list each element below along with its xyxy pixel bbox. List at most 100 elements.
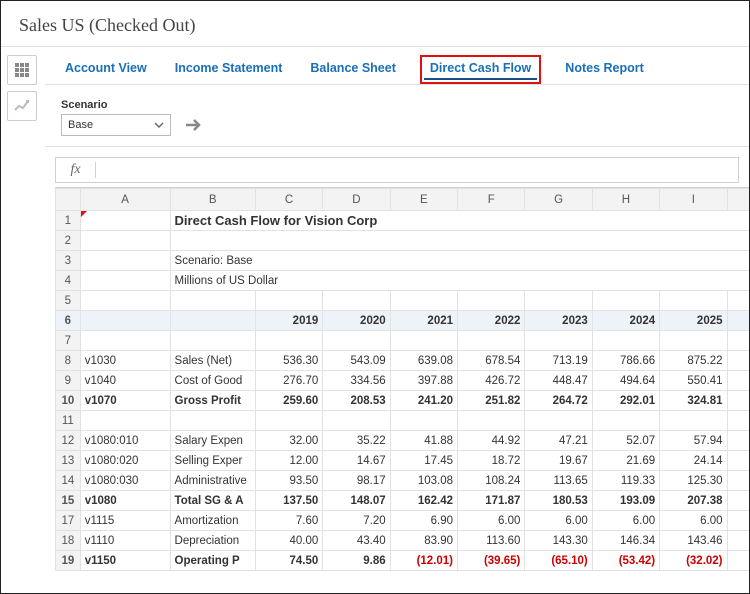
report-title-cell[interactable]: Direct Cash Flow for Vision Corp <box>170 211 749 231</box>
value-cell[interactable]: 6.00 <box>525 511 592 531</box>
value-cell[interactable]: 40.00 <box>255 531 322 551</box>
value-cell[interactable]: 18.72 <box>458 451 525 471</box>
label-cell[interactable] <box>170 411 255 431</box>
value-cell[interactable]: 35.22 <box>323 431 390 451</box>
value-cell[interactable]: 208.53 <box>323 391 390 411</box>
row-header[interactable]: 6 <box>56 311 81 331</box>
year-header[interactable]: 2021 <box>390 311 457 331</box>
value-cell[interactable] <box>255 411 322 431</box>
col-header-E[interactable]: E <box>390 189 457 211</box>
value-cell[interactable]: 875.22 <box>660 351 727 371</box>
code-cell[interactable]: v1080:020 <box>80 451 170 471</box>
row-header[interactable]: 11 <box>56 411 81 431</box>
label-cell[interactable]: Cost of Good <box>170 371 255 391</box>
units-line-cell[interactable]: Millions of US Dollar <box>170 271 749 291</box>
value-cell[interactable]: 786.66 <box>592 351 659 371</box>
code-cell[interactable]: v1150 <box>80 551 170 571</box>
value-cell[interactable]: 19.67 <box>525 451 592 471</box>
value-cell[interactable]: 7.20 <box>323 511 390 531</box>
value-cell[interactable]: 148.07 <box>323 491 390 511</box>
col-header-I[interactable]: I <box>660 189 727 211</box>
value-cell[interactable]: 193.09 <box>592 491 659 511</box>
value-cell[interactable]: 9.86 <box>323 551 390 571</box>
value-cell[interactable] <box>458 411 525 431</box>
value-cell[interactable]: (65.10) <box>525 551 592 571</box>
tab-balance-sheet[interactable]: Balance Sheet <box>306 55 399 84</box>
col-header-C[interactable]: C <box>255 189 322 211</box>
code-cell[interactable]: v1040 <box>80 371 170 391</box>
value-cell[interactable]: 426.72 <box>458 371 525 391</box>
label-cell[interactable]: Operating P <box>170 551 255 571</box>
cell[interactable] <box>80 211 170 231</box>
value-cell[interactable]: 21.69 <box>592 451 659 471</box>
year-header[interactable]: 2020 <box>323 311 390 331</box>
value-cell[interactable]: 57.94 <box>660 431 727 451</box>
run-arrow-icon[interactable] <box>185 118 203 132</box>
row-header[interactable]: 7 <box>56 331 81 351</box>
spreadsheet-grid[interactable]: ABCDEFGHIJ1Direct Cash Flow for Vision C… <box>55 187 749 575</box>
value-cell[interactable]: 259.60 <box>255 391 322 411</box>
value-cell[interactable]: 180.53 <box>525 491 592 511</box>
tab-income-statement[interactable]: Income Statement <box>171 55 287 84</box>
value-cell[interactable]: 678.54 <box>458 351 525 371</box>
label-cell[interactable]: Sales (Net) <box>170 351 255 371</box>
value-cell[interactable] <box>390 411 457 431</box>
row-header[interactable]: 4 <box>56 271 81 291</box>
value-cell[interactable]: 125.28 <box>727 531 749 551</box>
value-cell[interactable]: 292.01 <box>592 391 659 411</box>
value-cell[interactable]: (39.65) <box>458 551 525 571</box>
value-cell[interactable]: 241.20 <box>390 391 457 411</box>
value-cell[interactable]: 17.45 <box>390 451 457 471</box>
col-header-D[interactable]: D <box>323 189 390 211</box>
value-cell[interactable]: 264.72 <box>525 391 592 411</box>
value-cell[interactable]: 113.60 <box>458 531 525 551</box>
value-cell[interactable]: (9.62) <box>727 551 749 571</box>
value-cell[interactable]: 98.17 <box>323 471 390 491</box>
chart-view-button[interactable] <box>7 91 37 121</box>
grid-view-button[interactable] <box>7 55 37 85</box>
value-cell[interactable]: 137.50 <box>255 491 322 511</box>
col-header-F[interactable]: F <box>458 189 525 211</box>
value-cell[interactable]: 83.90 <box>390 531 457 551</box>
row-header[interactable]: 10 <box>56 391 81 411</box>
col-header-H[interactable]: H <box>592 189 659 211</box>
value-cell[interactable]: (53.42) <box>592 551 659 571</box>
value-cell[interactable]: 131.56 <box>727 471 749 491</box>
code-cell[interactable]: v1070 <box>80 391 170 411</box>
value-cell[interactable] <box>323 411 390 431</box>
value-cell[interactable]: 32.00 <box>255 431 322 451</box>
col-header-A[interactable]: A <box>80 189 170 211</box>
formula-input[interactable] <box>96 158 738 182</box>
value-cell[interactable]: 251.82 <box>458 391 525 411</box>
value-cell[interactable]: 397.88 <box>390 371 457 391</box>
value-cell[interactable]: 6.90 <box>390 511 457 531</box>
year-header[interactable]: 2024 <box>592 311 659 331</box>
value-cell[interactable]: 125.30 <box>660 471 727 491</box>
label-cell[interactable]: Selling Exper <box>170 451 255 471</box>
value-cell[interactable]: 276.70 <box>255 371 322 391</box>
value-cell[interactable] <box>727 411 749 431</box>
label-cell[interactable]: Amortization <box>170 511 255 531</box>
value-cell[interactable] <box>525 411 592 431</box>
value-cell[interactable]: 12.00 <box>255 451 322 471</box>
value-cell[interactable]: 60.39 <box>727 431 749 451</box>
code-cell[interactable]: v1110 <box>80 531 170 551</box>
label-cell[interactable]: Gross Profit <box>170 391 255 411</box>
value-cell[interactable]: 41.88 <box>390 431 457 451</box>
value-cell[interactable]: 6.00 <box>660 511 727 531</box>
label-cell[interactable]: Total SG & A <box>170 491 255 511</box>
value-cell[interactable]: 119.33 <box>592 471 659 491</box>
row-header[interactable]: 1 <box>56 211 81 231</box>
value-cell[interactable]: 171.87 <box>458 491 525 511</box>
code-cell[interactable]: v1030 <box>80 351 170 371</box>
value-cell[interactable]: 550.41 <box>660 371 727 391</box>
row-header[interactable]: 13 <box>56 451 81 471</box>
year-header[interactable]: 2022 <box>458 311 525 331</box>
value-cell[interactable]: 44.92 <box>458 431 525 451</box>
value-cell[interactable]: 143.30 <box>525 531 592 551</box>
year-header[interactable]: 2019 <box>255 311 322 331</box>
tab-direct-cash-flow[interactable]: Direct Cash Flow <box>420 55 541 84</box>
value-cell[interactable] <box>592 411 659 431</box>
row-header[interactable]: 15 <box>56 491 81 511</box>
value-cell[interactable]: 103.08 <box>390 471 457 491</box>
